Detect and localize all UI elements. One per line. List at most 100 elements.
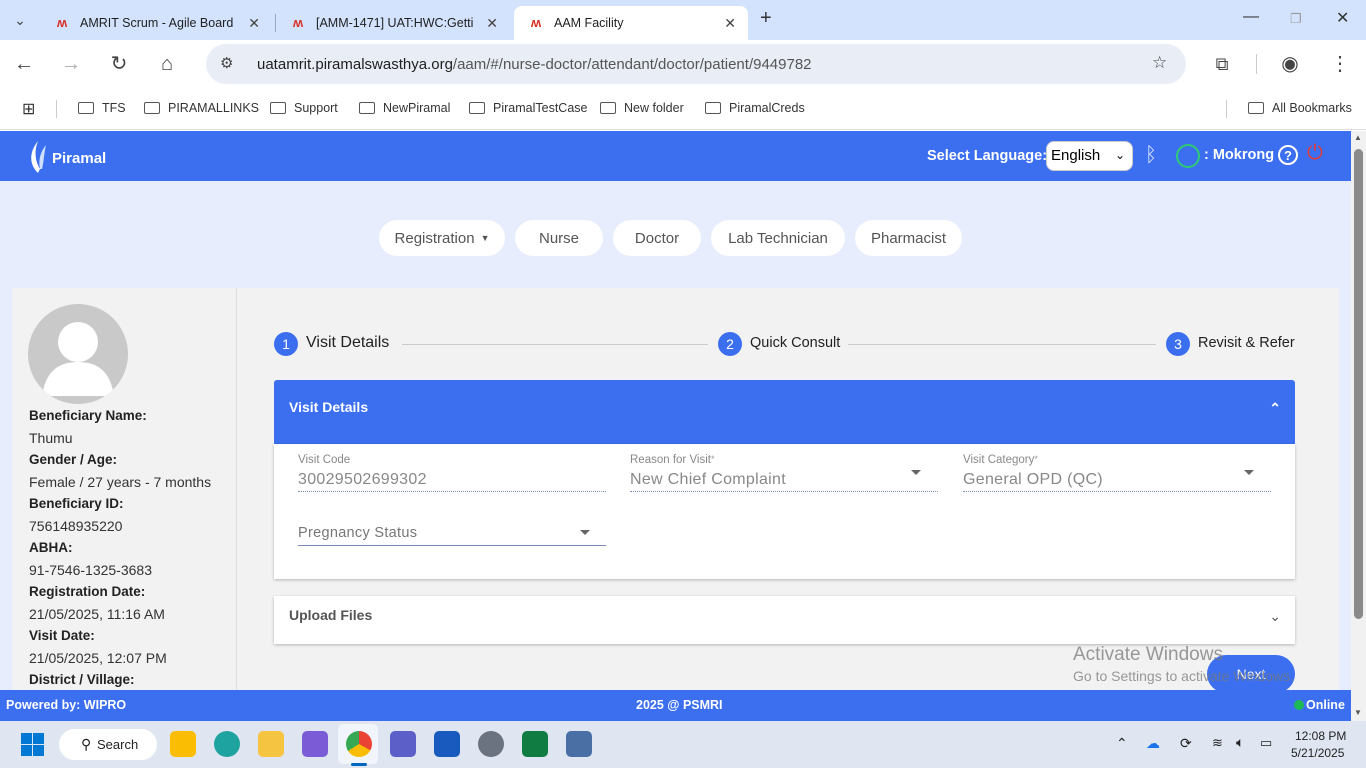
bookmark-folder[interactable]: NewPiramal bbox=[359, 101, 450, 115]
taskbar-time[interactable]: 12:08 PM bbox=[1295, 729, 1346, 743]
remote-desktop-icon[interactable] bbox=[566, 731, 592, 757]
chevron-up-icon[interactable]: ⌃ bbox=[1269, 400, 1281, 417]
visit-code-underline bbox=[298, 491, 606, 492]
battery-icon[interactable]: ▭ bbox=[1260, 735, 1272, 751]
windows-start-icon[interactable] bbox=[21, 733, 44, 756]
extensions-icon[interactable]: ⧉ bbox=[1210, 52, 1234, 76]
chrome-icon[interactable] bbox=[346, 731, 372, 757]
visit-details-form: Visit Code 30029502699302 Reason for Vis… bbox=[274, 444, 1295, 579]
bookmark-label: Support bbox=[294, 101, 338, 115]
folder-icon bbox=[270, 102, 286, 114]
role-label: Doctor bbox=[634, 229, 680, 247]
caret-down-icon[interactable] bbox=[1244, 470, 1254, 475]
close-tab-icon[interactable]: ✕ bbox=[248, 15, 260, 32]
restore-icon[interactable]: ❐ bbox=[1290, 11, 1302, 27]
pregnancy-status-select[interactable]: Pregnancy Status bbox=[298, 525, 417, 541]
role-doctor-button[interactable]: Doctor bbox=[613, 220, 701, 256]
help-icon[interactable]: ? bbox=[1278, 145, 1298, 165]
bookmark-label: PiramalTestCase bbox=[493, 101, 588, 115]
page-scrollbar[interactable]: ▲ ▼ bbox=[1351, 131, 1366, 721]
visit-details-header[interactable]: Visit Details ⌃ bbox=[274, 380, 1295, 444]
bookmark-folder[interactable]: TFS bbox=[78, 101, 126, 115]
step-2-label[interactable]: Quick Consult bbox=[750, 335, 840, 351]
new-tab-icon[interactable]: + bbox=[760, 7, 772, 30]
scrollbar-thumb[interactable] bbox=[1354, 149, 1363, 619]
edge-browser-icon[interactable] bbox=[214, 731, 240, 757]
onedrive-icon[interactable]: ☁ bbox=[1146, 735, 1160, 752]
profile-icon[interactable]: ◉ bbox=[1278, 52, 1302, 76]
role-nurse-button[interactable]: Nurse bbox=[515, 220, 603, 256]
bookmark-star-icon[interactable]: ☆ bbox=[1152, 53, 1167, 73]
excel-icon[interactable] bbox=[522, 731, 548, 757]
teams-icon[interactable] bbox=[390, 731, 416, 757]
bookmark-folder[interactable]: PiramalTestCase bbox=[469, 101, 587, 115]
all-bookmarks[interactable]: All Bookmarks bbox=[1248, 101, 1352, 115]
minimize-icon[interactable]: — bbox=[1243, 8, 1259, 26]
address-bar[interactable]: ⚙ uatamrit.piramalswasthya.org/aam/#/nur… bbox=[206, 44, 1186, 84]
step-1-circle[interactable]: 1 bbox=[274, 332, 298, 356]
registration-date: 21/05/2025, 11:16 AM bbox=[29, 606, 165, 622]
close-tab-icon[interactable]: ✕ bbox=[724, 15, 736, 32]
browser-tab-3-active[interactable]: ʍ AAM Facility ✕ bbox=[514, 6, 748, 40]
file-explorer-icon[interactable] bbox=[258, 731, 284, 757]
browser-tab-2[interactable]: ʍ [AMM-1471] UAT:HWC:Getti ✕ bbox=[276, 6, 510, 40]
step-3-circle[interactable]: 3 bbox=[1166, 332, 1190, 356]
volume-icon[interactable]: 🔈︎ bbox=[1236, 734, 1244, 751]
active-app-indicator bbox=[351, 763, 367, 766]
wifi-icon[interactable]: ≋ bbox=[1212, 735, 1223, 751]
site-info-icon[interactable]: ⚙ bbox=[220, 54, 233, 72]
abha-number: 91-7546-1325-3683 bbox=[29, 562, 152, 578]
app-body: Registration ▼ Nurse Doctor Lab Technici… bbox=[0, 181, 1351, 691]
tray-chevron-up-icon[interactable]: ⌃ bbox=[1116, 735, 1128, 752]
menu-icon[interactable]: ⋮ bbox=[1328, 52, 1352, 76]
word-icon[interactable] bbox=[434, 731, 460, 757]
language-select[interactable]: English ⌄ bbox=[1046, 141, 1133, 171]
step-2-circle[interactable]: 2 bbox=[718, 332, 742, 356]
beneficiary-panel: Beneficiary Name: Thumu Gender / Age: Fe… bbox=[12, 288, 237, 691]
browser-tab-1[interactable]: ʍ AMRIT Scrum - Agile Board ✕ bbox=[40, 6, 272, 40]
sync-icon[interactable]: ⟳ bbox=[1180, 735, 1192, 752]
scroll-up-icon[interactable]: ▲ bbox=[1354, 133, 1362, 142]
step-3-label[interactable]: Revisit & Refer bbox=[1198, 335, 1295, 351]
taskbar-search[interactable]: ⚲ Search bbox=[59, 729, 157, 760]
forward-icon[interactable]: → bbox=[59, 52, 83, 76]
settings-gear-icon[interactable] bbox=[478, 731, 504, 757]
scroll-down-icon[interactable]: ▼ bbox=[1354, 708, 1362, 717]
microsoft-store-icon[interactable] bbox=[170, 731, 196, 757]
bookmark-folder[interactable]: Support bbox=[270, 101, 338, 115]
reason-for-visit-select[interactable]: New Chief Complaint bbox=[630, 471, 786, 489]
home-icon[interactable]: ⌂ bbox=[155, 52, 179, 76]
bluetooth-icon[interactable]: ᛒ bbox=[1145, 144, 1157, 167]
upload-files-panel[interactable]: Upload Files ⌄ bbox=[274, 596, 1295, 644]
taskbar-date[interactable]: 5/21/2025 bbox=[1291, 746, 1344, 760]
bookmark-folder[interactable]: PiramalCreds bbox=[705, 101, 805, 115]
caret-down-icon[interactable] bbox=[911, 470, 921, 475]
power-icon[interactable]: ⏻ bbox=[1307, 142, 1323, 165]
bookmark-folder[interactable]: New folder bbox=[600, 101, 684, 115]
role-registration-button[interactable]: Registration ▼ bbox=[379, 220, 505, 256]
close-tab-icon[interactable]: ✕ bbox=[486, 15, 498, 32]
caret-down-icon[interactable] bbox=[580, 530, 590, 535]
visit-category-label: Visit Category* bbox=[963, 454, 1038, 466]
tab-search-icon[interactable]: ⌄ bbox=[8, 8, 32, 32]
chevron-down-icon[interactable]: ⌄ bbox=[1269, 608, 1281, 625]
amrit-favicon-icon: ʍ bbox=[530, 15, 542, 30]
role-pharmacist-button[interactable]: Pharmacist bbox=[855, 220, 962, 256]
bookmark-folder[interactable]: PIRAMALLINKS bbox=[144, 101, 259, 115]
microsoft-365-icon[interactable] bbox=[302, 731, 328, 757]
username: : Mokrong bbox=[1204, 147, 1275, 163]
bookmark-label: TFS bbox=[102, 101, 126, 115]
piramal-logo-icon bbox=[31, 141, 46, 173]
back-icon[interactable]: ← bbox=[12, 52, 36, 76]
url-text[interactable]: uatamrit.piramalswasthya.org/aam/#/nurse… bbox=[257, 56, 812, 73]
tab-title: AAM Facility bbox=[554, 16, 624, 30]
activate-windows-watermark: Activate Windows bbox=[1073, 644, 1223, 665]
visit-category-select[interactable]: General OPD (QC) bbox=[963, 471, 1103, 489]
gender-age: Female / 27 years - 7 months bbox=[29, 474, 212, 490]
role-lab-technician-button[interactable]: Lab Technician bbox=[711, 220, 845, 256]
close-window-icon[interactable]: ✕ bbox=[1336, 8, 1349, 28]
reload-icon[interactable]: ↻ bbox=[107, 52, 131, 76]
gender-age-label: Gender / Age: bbox=[29, 452, 118, 467]
apps-grid-icon[interactable]: ⊞ bbox=[22, 99, 35, 119]
step-1-label[interactable]: Visit Details bbox=[306, 334, 389, 352]
